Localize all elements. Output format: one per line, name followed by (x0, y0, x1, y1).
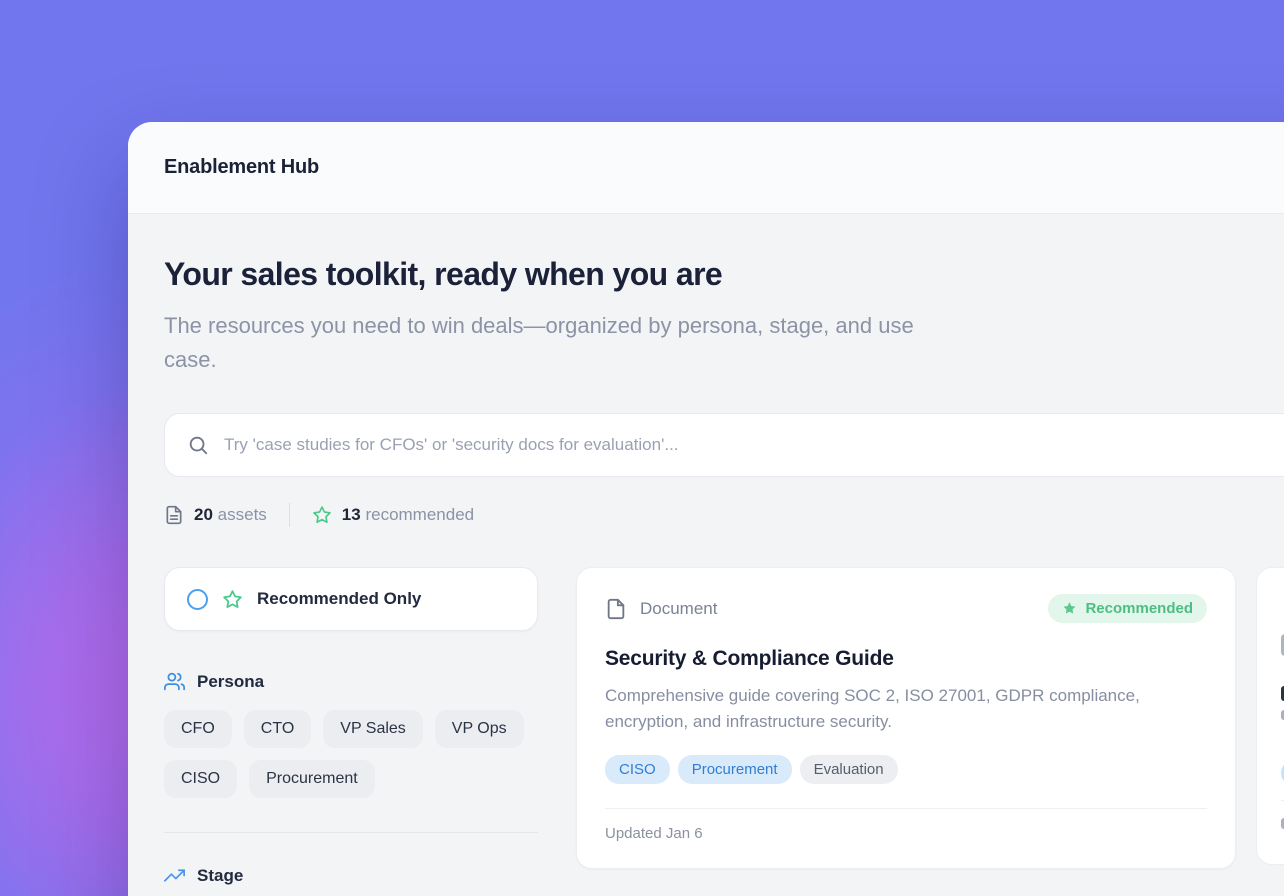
recommended-only-label: Recommended Only (257, 589, 421, 609)
recommended-only-radio[interactable] (187, 589, 208, 610)
asset-tag-procurement: Procurement (678, 755, 792, 784)
asset-card-partial[interactable] (1256, 567, 1284, 865)
recommended-badge-label: Recommended (1085, 600, 1193, 617)
persona-chip-cto[interactable]: CTO (244, 710, 311, 748)
persona-chip-procurement[interactable]: Procurement (249, 760, 375, 798)
search-icon (187, 434, 209, 456)
persona-chips: CFO CTO VP Sales VP Ops CISO Procurement (164, 710, 538, 798)
persona-chip-ciso[interactable]: CISO (164, 760, 237, 798)
sidebar-divider (164, 832, 538, 833)
stage-label: Stage (197, 866, 243, 886)
assets-grid: Document Recommended Security & Complian… (576, 567, 1284, 869)
assets-count-stat: 20 assets (164, 505, 267, 525)
filters-sidebar: Recommended Only Persona CFO (164, 567, 538, 886)
star-icon (312, 505, 332, 525)
assets-count-text: 20 assets (194, 505, 267, 525)
content-row: Recommended Only Persona CFO (164, 567, 1284, 886)
asset-card-header: Document Recommended (605, 594, 1207, 623)
document-icon (605, 598, 627, 620)
star-icon (222, 589, 243, 610)
asset-updated: Updated Jan 6 (605, 809, 1207, 842)
app-title: Enablement Hub (164, 156, 319, 179)
star-filled-icon (1062, 601, 1077, 616)
asset-type: Document (605, 598, 717, 620)
search-bar (164, 413, 1284, 477)
stats-divider (289, 503, 290, 527)
persona-label: Persona (197, 672, 264, 692)
stage-section-header: Stage (164, 865, 538, 886)
recommended-count-stat: 13 recommended (312, 505, 474, 525)
asset-tag-ciso: CISO (605, 755, 670, 784)
app-window: Enablement Hub Your sales toolkit, ready… (128, 122, 1284, 896)
page-subtitle: The resources you need to win deals—orga… (164, 309, 944, 377)
users-icon (164, 671, 185, 692)
asset-tag-evaluation: Evaluation (800, 755, 898, 784)
recommended-only-filter[interactable]: Recommended Only (164, 567, 538, 631)
trending-up-icon (164, 865, 185, 886)
file-text-icon (164, 505, 184, 525)
asset-type-label: Document (640, 599, 717, 619)
asset-title: Security & Compliance Guide (605, 647, 1207, 671)
search-input[interactable] (224, 435, 1284, 455)
persona-chip-vp-ops[interactable]: VP Ops (435, 710, 524, 748)
asset-tags: CISO Procurement Evaluation (605, 755, 1207, 784)
app-header: Enablement Hub (128, 122, 1284, 214)
persona-section-header: Persona (164, 671, 538, 692)
persona-chip-vp-sales[interactable]: VP Sales (323, 710, 423, 748)
recommended-count-text: 13 recommended (342, 505, 474, 525)
persona-chip-cfo[interactable]: CFO (164, 710, 232, 748)
page-title: Your sales toolkit, ready when you are (164, 256, 1284, 293)
stats-row: 20 assets 13 recommended (164, 503, 1284, 527)
asset-description: Comprehensive guide covering SOC 2, ISO … (605, 683, 1185, 735)
app-body: Your sales toolkit, ready when you are T… (128, 214, 1284, 886)
recommended-badge: Recommended (1048, 594, 1207, 623)
asset-card-security-compliance-guide[interactable]: Document Recommended Security & Complian… (576, 567, 1236, 869)
